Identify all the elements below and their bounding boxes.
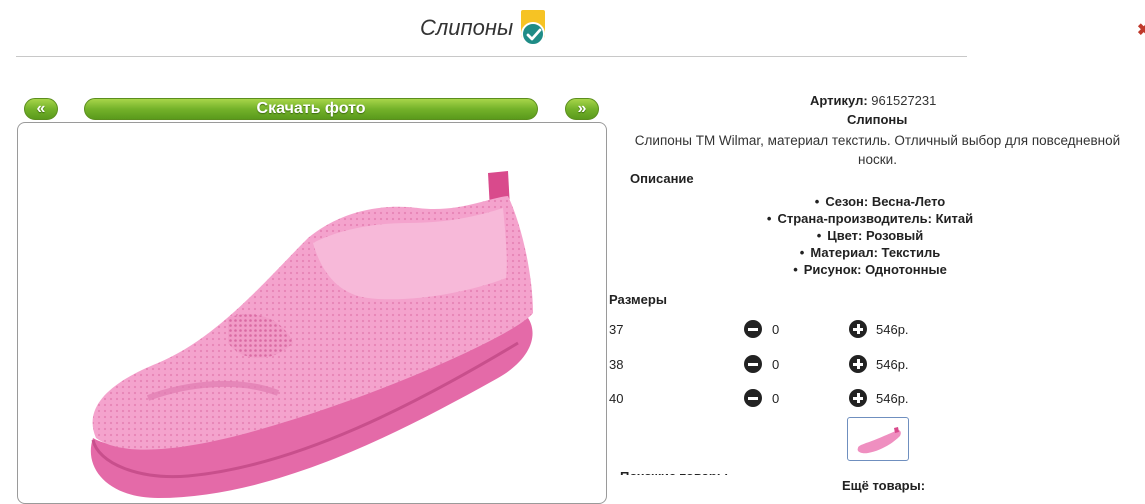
product-photo-frame	[17, 122, 607, 504]
more-products-title: Ещё товары:	[842, 478, 926, 493]
similar-products-title: Похожие товары	[620, 467, 728, 475]
size-value: 40	[609, 391, 624, 406]
next-photo-button[interactable]: »	[565, 98, 599, 120]
title-wrap: Слипоны	[420, 8, 547, 48]
minus-icon[interactable]	[744, 389, 762, 407]
product-description: Слипоны ТМ Wilmar, материал текстиль. От…	[634, 133, 1121, 167]
minus-icon[interactable]	[744, 355, 762, 373]
size-row: 40 0 546р.	[609, 389, 919, 409]
quantity-value: 0	[772, 391, 780, 406]
product-photo[interactable]	[78, 168, 548, 504]
property-item: • Страна-производитель: Китай	[766, 211, 974, 226]
header-divider	[16, 56, 967, 57]
product-name-text: Слипоны	[847, 112, 908, 127]
description-title: Описание	[630, 171, 694, 186]
minus-icon[interactable]	[744, 320, 762, 338]
page-title: Слипоны	[420, 15, 514, 40]
article-value: 961527231	[871, 93, 937, 108]
property-item: • Цвет: Розовый	[816, 228, 924, 243]
size-value: 38	[609, 357, 624, 372]
property-item: • Рисунок: Однотонные	[793, 262, 947, 277]
plus-icon[interactable]	[849, 355, 867, 373]
property-item: • Сезон: Весна-Лето	[814, 194, 946, 209]
article-label: Артикул:	[810, 93, 868, 108]
size-row: 37 0 546р.	[609, 320, 919, 340]
size-value: 37	[609, 322, 624, 337]
property-item: • Материал: Текстиль	[799, 245, 941, 260]
plus-icon[interactable]	[849, 320, 867, 338]
plus-icon[interactable]	[849, 389, 867, 407]
download-photo-button[interactable]: Скачать фото	[84, 98, 538, 120]
prev-photo-button[interactable]: «	[24, 98, 58, 120]
photo-thumbnail[interactable]	[847, 417, 909, 461]
price-value: 546р.	[876, 322, 909, 337]
close-icon[interactable]: ✖	[1137, 20, 1145, 40]
page-header: Слипоны ✖	[0, 0, 1145, 58]
sizes-title: Размеры	[609, 292, 667, 307]
property-list: • Сезон: Весна-Лето • Страна-производитель…	[610, 193, 1130, 278]
price-value: 546р.	[876, 391, 909, 406]
quantity-value: 0	[772, 322, 780, 337]
article: Артикул: 961527231	[810, 93, 936, 108]
price-value: 546р.	[876, 357, 909, 372]
size-row: 38 0 546р.	[609, 355, 919, 375]
quantity-value: 0	[772, 357, 780, 372]
verified-check-badge-icon	[519, 8, 547, 48]
